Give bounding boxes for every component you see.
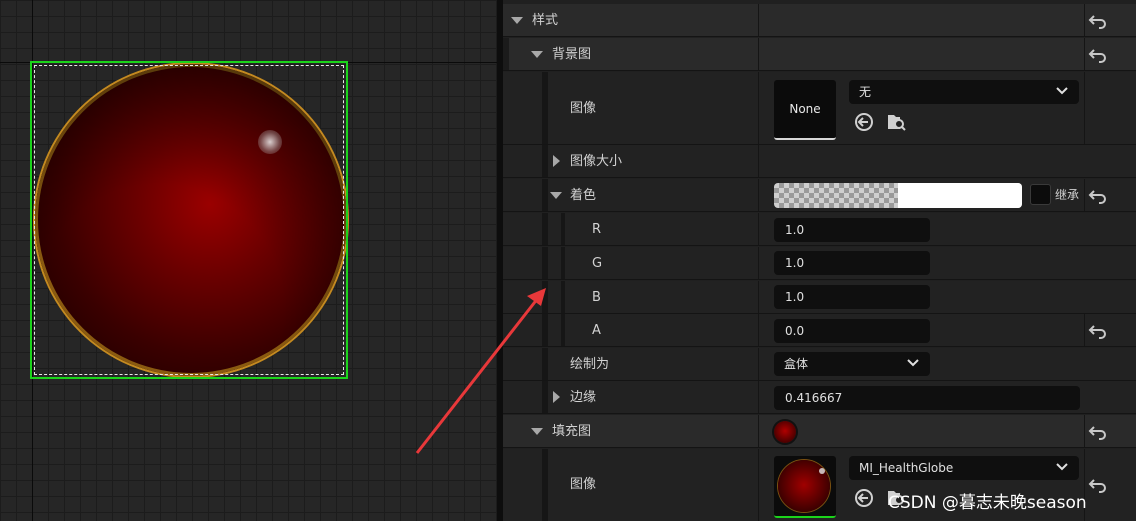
inherit-label: 继承 [1055,188,1080,202]
browse-asset-icon[interactable] [886,112,906,132]
collapse-arrow-icon[interactable] [511,17,523,24]
reset-to-default-icon[interactable] [1088,11,1108,31]
tint-b-label: B [592,290,601,305]
fill-image-thumbnail[interactable] [774,456,836,518]
reset-to-default-icon[interactable] [1088,422,1108,442]
tint-a-field[interactable]: 0.0 [774,319,930,343]
background-image-thumbnail[interactable]: None [774,80,836,140]
collapse-arrow-icon[interactable] [550,192,562,199]
collapse-arrow-icon[interactable] [531,428,543,435]
inherit-checkbox[interactable] [1030,184,1051,205]
fill-section-label: 填充图 [552,424,592,439]
image-size-label: 图像大小 [570,154,623,169]
use-selected-asset-icon[interactable] [854,112,874,132]
widget-bounds-dashed [34,65,344,375]
details-panel: 样式 背景图 图像 None 无 图像大小 着色 继承 R 1.0 G 1.0 … [503,0,1136,521]
tint-g-label: G [592,256,603,271]
tint-b-field[interactable]: 1.0 [774,285,930,309]
background-section-label: 背景图 [552,47,592,62]
tint-r-label: R [592,222,602,237]
style-section-header[interactable]: 样式 [503,4,1136,37]
tint-label: 着色 [570,188,597,203]
expand-arrow-icon[interactable] [553,155,560,167]
fill-image-preview-icon [774,421,796,443]
designer-viewport[interactable] [0,0,497,521]
reset-to-default-icon[interactable] [1088,186,1108,206]
tint-g-field[interactable]: 1.0 [774,251,930,275]
fill-image-label: 图像 [570,477,597,492]
background-image-dropdown[interactable]: 无 [849,80,1079,104]
tint-r-field[interactable]: 1.0 [774,218,930,242]
reset-to-default-icon[interactable] [1088,475,1108,495]
use-selected-asset-icon[interactable] [854,488,874,508]
image-size-row[interactable]: 图像大小 [503,145,1136,178]
expand-arrow-icon[interactable] [553,391,560,403]
margin-label: 边缘 [570,390,597,405]
chevron-down-icon [907,359,919,367]
chevron-down-icon [1056,463,1068,471]
fill-image-value: MI_HealthGlobe [859,461,954,475]
collapse-arrow-icon[interactable] [531,51,543,58]
tint-a-label: A [592,323,601,338]
background-section-header[interactable]: 背景图 [503,38,1136,71]
draw-as-value: 盒体 [784,357,809,371]
tint-color-swatch[interactable] [774,183,1022,208]
reset-to-default-icon[interactable] [1088,45,1108,65]
draw-as-label: 绘制为 [570,357,610,372]
reset-to-default-icon[interactable] [1088,321,1108,341]
margin-field[interactable]: 0.416667 [774,386,1080,410]
fill-image-dropdown[interactable]: MI_HealthGlobe [849,456,1079,480]
style-section-label: 样式 [532,13,559,28]
background-image-label: 图像 [570,101,597,116]
background-image-value: 无 [859,85,872,99]
watermark: CSDN @暮志未晚season [888,493,1087,513]
chevron-down-icon [1056,87,1068,95]
fill-section-header[interactable]: 填充图 [503,415,1136,448]
draw-as-dropdown[interactable]: 盒体 [774,352,930,376]
